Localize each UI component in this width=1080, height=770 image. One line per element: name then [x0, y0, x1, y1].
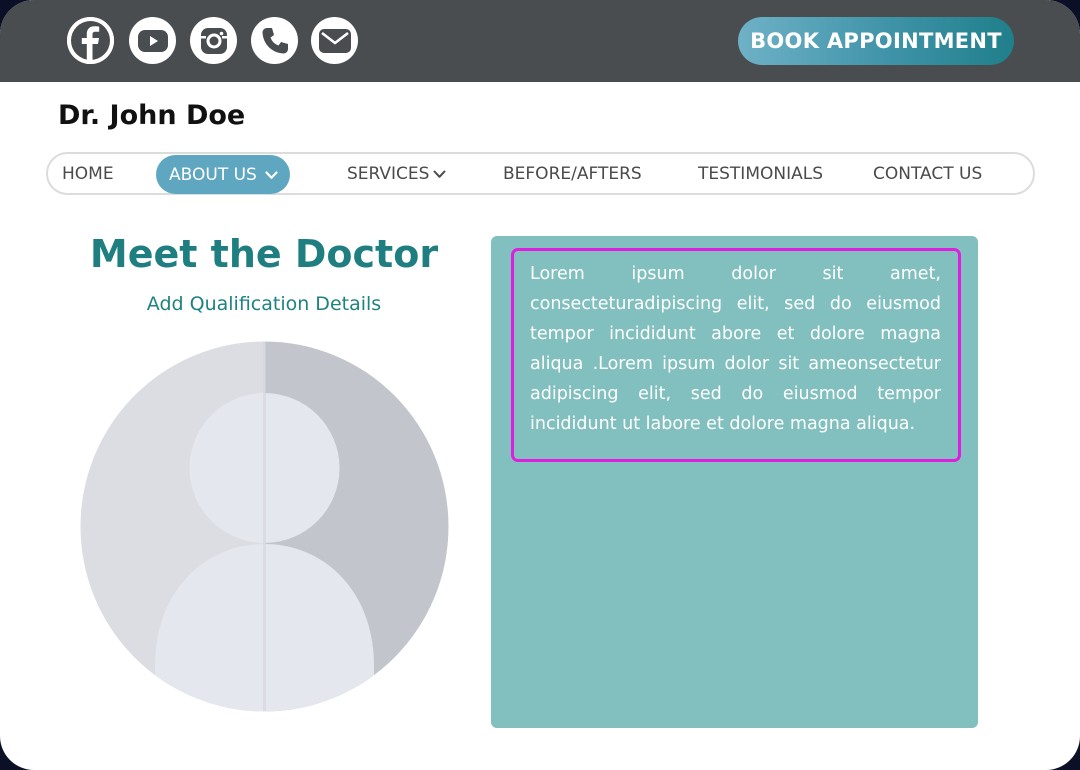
nav-item-before-afters[interactable]: BEFORE/AFTERS [503, 154, 642, 193]
about-body-text: Lorem ipsum dolor sit amet, consectetura… [530, 264, 941, 434]
user-avatar-icon [80, 341, 449, 712]
mail-icon[interactable] [311, 17, 358, 64]
page-title: Meet the Doctor [89, 232, 439, 276]
nav-item-about-us[interactable]: ABOUT US [156, 155, 290, 194]
qualification-subtitle: Add Qualification Details [146, 293, 382, 315]
nav-item-testimonials[interactable]: TESTIMONIALS [698, 154, 823, 193]
highlighted-text-box[interactable]: Lorem ipsum dolor sit amet, consectetura… [511, 248, 961, 462]
nav-item-services[interactable]: SERVICES [347, 154, 446, 193]
chevron-down-icon [433, 164, 446, 184]
nav-item-label: ABOUT US [169, 164, 257, 185]
book-appointment-button[interactable]: BOOK APPOINTMENT [738, 17, 1014, 65]
page-frame: BOOK APPOINTMENT Dr. John Doe HOME ABOUT… [0, 0, 1080, 770]
nav-item-label: TESTIMONIALS [698, 163, 823, 184]
nav-item-label: BEFORE/AFTERS [503, 163, 642, 184]
instagram-icon[interactable] [190, 17, 237, 64]
phone-icon[interactable] [251, 17, 298, 64]
site-brand: Dr. John Doe [58, 100, 246, 131]
nav-item-label: CONTACT US [873, 163, 983, 184]
nav-item-label: HOME [62, 163, 114, 184]
main-nav: HOME ABOUT US SERVICES BEFORE/AFTERS TES… [46, 152, 1035, 195]
nav-item-contact-us[interactable]: CONTACT US [873, 154, 982, 193]
facebook-icon[interactable] [67, 17, 114, 64]
nav-item-home[interactable]: HOME [62, 154, 114, 193]
chevron-down-icon [265, 165, 278, 185]
nav-item-label: SERVICES [347, 163, 430, 184]
about-panel: Lorem ipsum dolor sit amet, consectetura… [491, 236, 978, 728]
top-bar: BOOK APPOINTMENT [0, 0, 1080, 82]
youtube-icon[interactable] [129, 17, 176, 64]
